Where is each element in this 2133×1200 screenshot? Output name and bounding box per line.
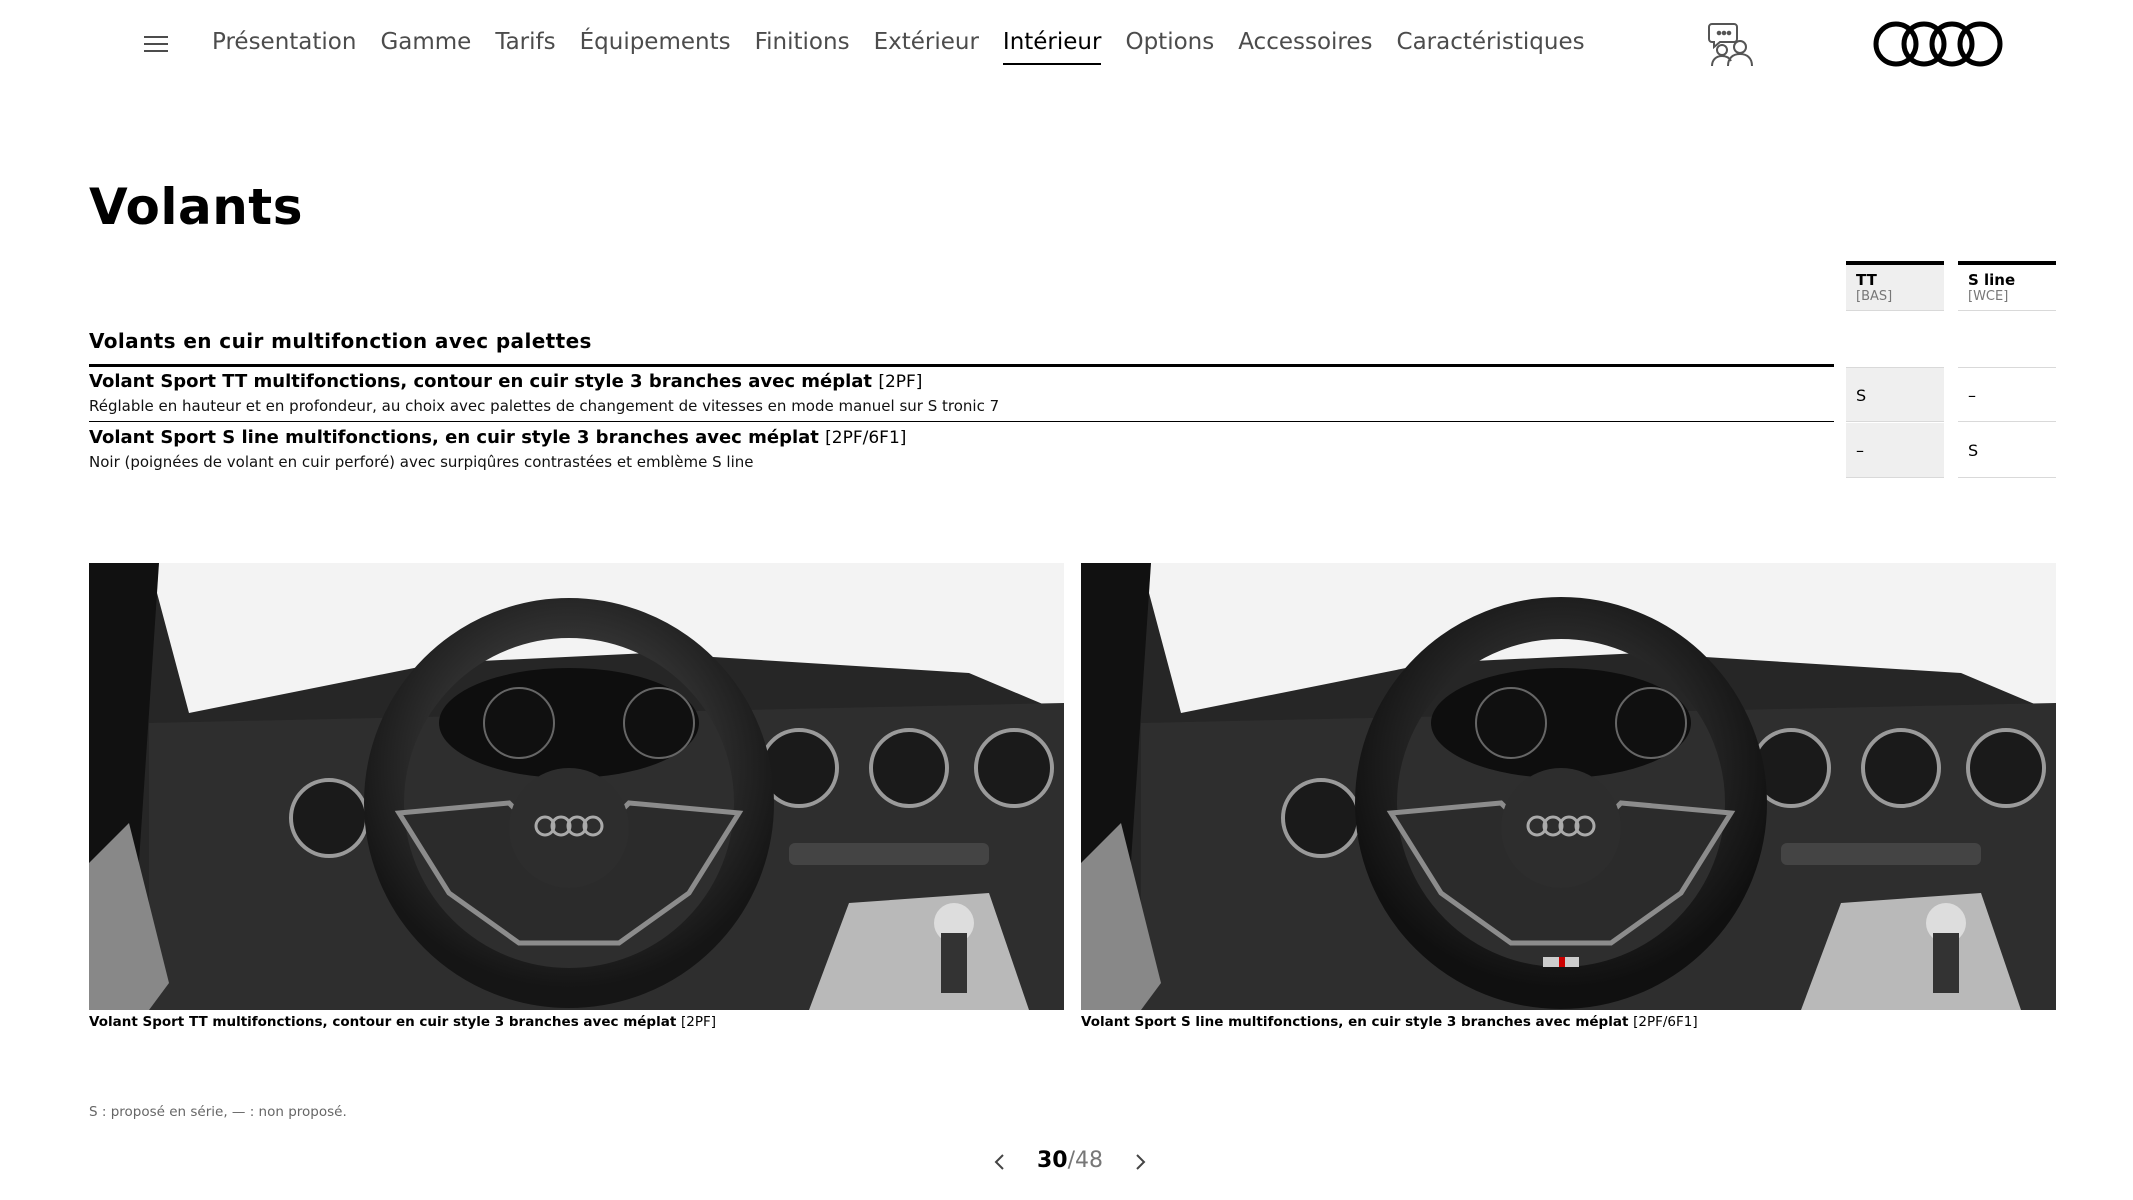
row-name-text: Volant Sport TT multifonctions, contour … (89, 371, 873, 392)
row-code: [2PF/6F1] (825, 428, 907, 448)
hamburger-menu-icon[interactable] (144, 36, 168, 52)
photo-caption: Volant Sport TT multifonctions, contour … (89, 1014, 716, 1030)
legend-note: S : proposé en série, — : non proposé. (89, 1104, 347, 1120)
cell-sline-row2: S (1958, 423, 2056, 478)
total-pages: 48 (1075, 1148, 1104, 1173)
photo-caption: Volant Sport S line multifonctions, en c… (1081, 1014, 1698, 1030)
nav-item-presentation[interactable]: Présentation (212, 24, 356, 60)
column-header-sline: S line [WCE] (1958, 261, 2056, 311)
row-name: Volant Sport S line multifonctions, en c… (89, 427, 906, 448)
cell-tt-row1: S (1846, 367, 1944, 422)
nav-item-interieur[interactable]: Intérieur (1002, 24, 1101, 65)
table-row: Volant Sport S line multifonctions, en c… (89, 423, 1834, 478)
nav-item-accessoires[interactable]: Accessoires (1238, 24, 1372, 60)
column-name: S line (1968, 271, 2016, 289)
column-name: TT (1856, 271, 1877, 289)
chat-people-icon[interactable] (1706, 20, 1758, 68)
caption-text: Volant Sport S line multifonctions, en c… (1081, 1014, 1629, 1030)
nav-items: Présentation Gamme Tarifs Équipements Fi… (212, 24, 1609, 65)
nav-item-equipements[interactable]: Équipements (580, 24, 731, 60)
column-code: [WCE] (1968, 289, 2009, 304)
column-code: [BAS] (1856, 289, 1893, 304)
pagination: 30/48 (990, 1146, 1150, 1176)
row-name-text: Volant Sport S line multifonctions, en c… (89, 427, 819, 448)
row-code: [2PF] (878, 372, 923, 392)
chevron-left-icon[interactable] (990, 1152, 1010, 1172)
section-title: Volants en cuir multifonction avec palet… (89, 329, 592, 353)
caption-code: [2PF] (680, 1014, 717, 1030)
caption-code: [2PF/6F1] (1633, 1014, 1698, 1030)
column-header-tt: TT [BAS] (1846, 261, 1944, 311)
page-indicator: 30/48 (990, 1146, 1150, 1176)
caption-text: Volant Sport TT multifonctions, contour … (89, 1014, 677, 1030)
current-page: 30 (1036, 1148, 1068, 1173)
cell-sline-row1: – (1958, 367, 2056, 422)
nav-item-gamme[interactable]: Gamme (380, 24, 471, 60)
chevron-right-icon[interactable] (1130, 1152, 1150, 1172)
audi-rings-logo[interactable] (1872, 20, 2004, 68)
steering-wheel-tt-photo (89, 563, 1064, 1010)
row-description: Réglable en hauteur et en profondeur, au… (89, 397, 1000, 415)
page-title: Volants (89, 178, 303, 236)
nav-item-exterieur[interactable]: Extérieur (874, 24, 979, 60)
page-separator: / (1067, 1148, 1076, 1173)
nav-item-tarifs[interactable]: Tarifs (495, 24, 555, 60)
nav-item-options[interactable]: Options (1125, 24, 1214, 60)
steering-wheel-sline-photo (1081, 563, 2056, 1010)
nav-item-finitions[interactable]: Finitions (755, 24, 850, 60)
table-row: Volant Sport TT multifonctions, contour … (89, 367, 1834, 422)
top-navigation: Présentation Gamme Tarifs Équipements Fi… (0, 0, 2133, 90)
row-description: Noir (poignées de volant en cuir perforé… (89, 453, 754, 471)
row-divider (89, 421, 1834, 422)
cell-tt-row2: – (1846, 423, 1944, 478)
row-name: Volant Sport TT multifonctions, contour … (89, 371, 922, 392)
nav-item-caracteristiques[interactable]: Caractéristiques (1397, 24, 1585, 60)
